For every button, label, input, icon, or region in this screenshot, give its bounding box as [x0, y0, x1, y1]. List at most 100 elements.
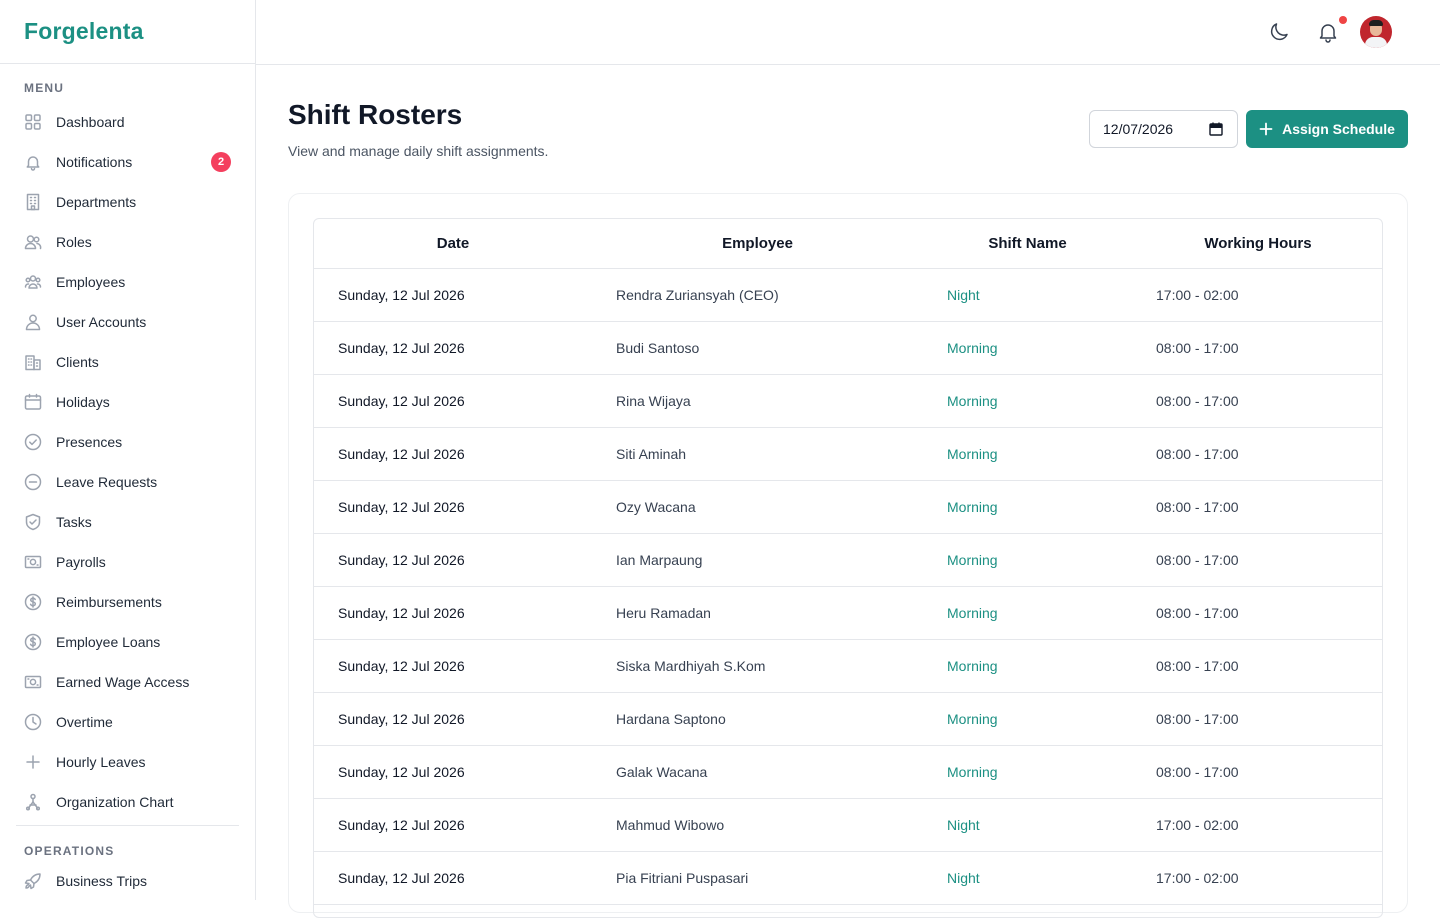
brand-logo-text[interactable]: Forgelenta: [24, 18, 144, 45]
avatar-shirt: [1365, 37, 1387, 48]
table-row[interactable]: Sunday, 12 Jul 2026 Pia Fitriani Puspasar…: [314, 851, 1382, 905]
cell-employee: Pia Fitriani Puspasari: [592, 851, 923, 905]
cell-date: Sunday, 12 Jul 2026: [314, 480, 592, 534]
table-row[interactable]: Sunday, 12 Jul 2026 Ian Marpaung Morning 08…: [314, 533, 1382, 587]
user-avatar[interactable]: [1360, 16, 1392, 48]
cell-shift-name: Morning: [923, 692, 1132, 746]
check-circle-icon: [24, 433, 42, 451]
sidebar-item-dashboard[interactable]: Dashboard: [16, 102, 239, 142]
column-header-shift-name[interactable]: Shift Name: [923, 219, 1132, 269]
cell-date: Sunday, 12 Jul 2026: [314, 639, 592, 693]
notification-dot: [1339, 16, 1347, 24]
table-row[interactable]: Sunday, 12 Jul 2026 Siska Mardhiyah S.Kom…: [314, 639, 1382, 693]
cell-working-hours: 17:00 - 02:00: [1132, 268, 1382, 322]
sidebar-item-label: Earned Wage Access: [56, 674, 190, 690]
sidebar-item-label: Employee Loans: [56, 634, 161, 650]
cell-date: Sunday, 12 Jul 2026: [314, 586, 592, 640]
sidebar-item-tasks[interactable]: Tasks: [16, 502, 239, 542]
table-row[interactable]: Sunday, 12 Jul 2026 Mahmud Wibowo Night 17:…: [314, 798, 1382, 852]
table-row[interactable]: Sunday, 12 Jul 2026 Galak Wacana Morning 08…: [314, 745, 1382, 799]
cell-shift-name: Morning: [923, 533, 1132, 587]
moon-icon[interactable]: [1267, 20, 1291, 44]
cell-working-hours: 08:00 - 17:00: [1132, 321, 1382, 375]
cell-working-hours: 08:00 - 17:00: [1132, 374, 1382, 428]
page-title: Shift Rosters: [288, 99, 463, 130]
brand: Forgelenta: [0, 0, 255, 64]
cell-date: Sunday, 12 Jul 2026: [314, 851, 592, 905]
cell-working-hours: 08:00 - 17:00: [1132, 745, 1382, 799]
grid-icon: [24, 113, 42, 131]
sidebar-item-label: Roles: [56, 234, 92, 250]
cell-employee: Siska Mardhiyah S.Kom: [592, 639, 923, 693]
cell-working-hours: 08:00 - 17:00: [1132, 639, 1382, 693]
date-value: 12/07/2026: [1103, 121, 1174, 137]
sidebar-item-roles[interactable]: Roles: [16, 222, 239, 262]
cell-shift-name: Night: [923, 268, 1132, 322]
sidebar-item-employees[interactable]: Employees: [16, 262, 239, 302]
cell-employee: Mahmud Wibowo: [592, 798, 923, 852]
column-header-working-hours[interactable]: Working Hours: [1132, 219, 1382, 269]
sidebar-item-clients[interactable]: Clients: [16, 342, 239, 382]
sidebar-item-label: Notifications: [56, 154, 133, 170]
sidebar-item-holidays[interactable]: Holidays: [16, 382, 239, 422]
sidebar-item-overtime[interactable]: Overtime: [16, 702, 239, 742]
sidebar-item-organization-chart[interactable]: Organization Chart: [16, 782, 239, 822]
table-body: Sunday, 12 Jul 2026 Rendra Zuriansyah (CE…: [314, 268, 1382, 905]
table-row[interactable]: Sunday, 12 Jul 2026 Siti Aminah Morning 08:…: [314, 427, 1382, 481]
sidebar-item-label: Payrolls: [56, 554, 106, 570]
cell-shift-name: Morning: [923, 321, 1132, 375]
column-header-date[interactable]: Date: [314, 219, 592, 269]
column-header-employee[interactable]: Employee: [592, 219, 923, 269]
cell-employee: Siti Aminah: [592, 427, 923, 481]
sidebar-item-label: Presences: [56, 434, 123, 450]
sidebar-item-label: Dashboard: [56, 114, 125, 130]
cell-working-hours: 08:00 - 17:00: [1132, 480, 1382, 534]
assign-schedule-label: Assign Schedule: [1282, 121, 1395, 137]
sidebar-item-departments[interactable]: Departments: [16, 182, 239, 222]
cell-employee: Rendra Zuriansyah (CEO): [592, 268, 923, 322]
cell-employee: Galak Wacana: [592, 745, 923, 799]
sidebar-item-earned-wage-access[interactable]: Earned Wage Access: [16, 662, 239, 702]
sidebar-item-label: Departments: [56, 194, 137, 210]
sidebar-item-hourly-leaves[interactable]: Hourly Leaves: [16, 742, 239, 782]
cell-date: Sunday, 12 Jul 2026: [314, 321, 592, 375]
cell-shift-name: Morning: [923, 745, 1132, 799]
roster-table: Date Employee Shift Name Working Hours S…: [314, 219, 1382, 905]
plus-icon: [24, 753, 42, 771]
cell-shift-name: Morning: [923, 427, 1132, 481]
sidebar-item-label: Clients: [56, 354, 99, 370]
sidebar-item-reimbursements[interactable]: Reimbursements: [16, 582, 239, 622]
table-row[interactable]: Sunday, 12 Jul 2026 Rina Wijaya Morning 08:…: [314, 374, 1382, 428]
sidebar-item-payrolls[interactable]: Payrolls: [16, 542, 239, 582]
table-row[interactable]: Sunday, 12 Jul 2026 Ozy Wacana Morning 08:0…: [314, 480, 1382, 534]
cell-working-hours: 08:00 - 17:00: [1132, 586, 1382, 640]
banknote-icon: [24, 673, 42, 691]
sidebar-item-user-accounts[interactable]: User Accounts: [16, 302, 239, 342]
sidebar-item-business-trips[interactable]: Business Trips: [16, 861, 239, 900]
cell-employee: Heru Ramadan: [592, 586, 923, 640]
sidebar-item-employee-loans[interactable]: Employee Loans: [16, 622, 239, 662]
cell-date: Sunday, 12 Jul 2026: [314, 427, 592, 481]
sidebar-item-label: Hourly Leaves: [56, 754, 146, 770]
cell-shift-name: Morning: [923, 374, 1132, 428]
sidebar-item-label: Holidays: [56, 394, 110, 410]
assign-schedule-button[interactable]: Assign Schedule: [1246, 110, 1408, 148]
table-row[interactable]: Sunday, 12 Jul 2026 Hardana Saptono Mornin…: [314, 692, 1382, 746]
date-picker-input[interactable]: 12/07/2026: [1089, 110, 1238, 148]
cell-working-hours: 08:00 - 17:00: [1132, 692, 1382, 746]
shield-check-icon: [24, 513, 42, 531]
sidebar-item-label: Business Trips: [56, 873, 148, 889]
sidebar-item-label: Employees: [56, 274, 126, 290]
bell-icon[interactable]: [1316, 20, 1340, 44]
cell-shift-name: Morning: [923, 639, 1132, 693]
sidebar-item-presences[interactable]: Presences: [16, 422, 239, 462]
sidebar-item-notifications[interactable]: Notifications 2: [16, 142, 239, 182]
cell-shift-name: Morning: [923, 480, 1132, 534]
sidebar-item-label: Tasks: [56, 514, 92, 530]
calendar-icon[interactable]: [1209, 122, 1223, 136]
table-row[interactable]: Sunday, 12 Jul 2026 Budi Santoso Morning 08…: [314, 321, 1382, 375]
table-row[interactable]: Sunday, 12 Jul 2026 Rendra Zuriansyah (CE…: [314, 268, 1382, 322]
table-row[interactable]: Sunday, 12 Jul 2026 Heru Ramadan Morning 08…: [314, 586, 1382, 640]
sidebar-item-leave-requests[interactable]: Leave Requests: [16, 462, 239, 502]
menu-section-label: MENU: [24, 81, 65, 95]
